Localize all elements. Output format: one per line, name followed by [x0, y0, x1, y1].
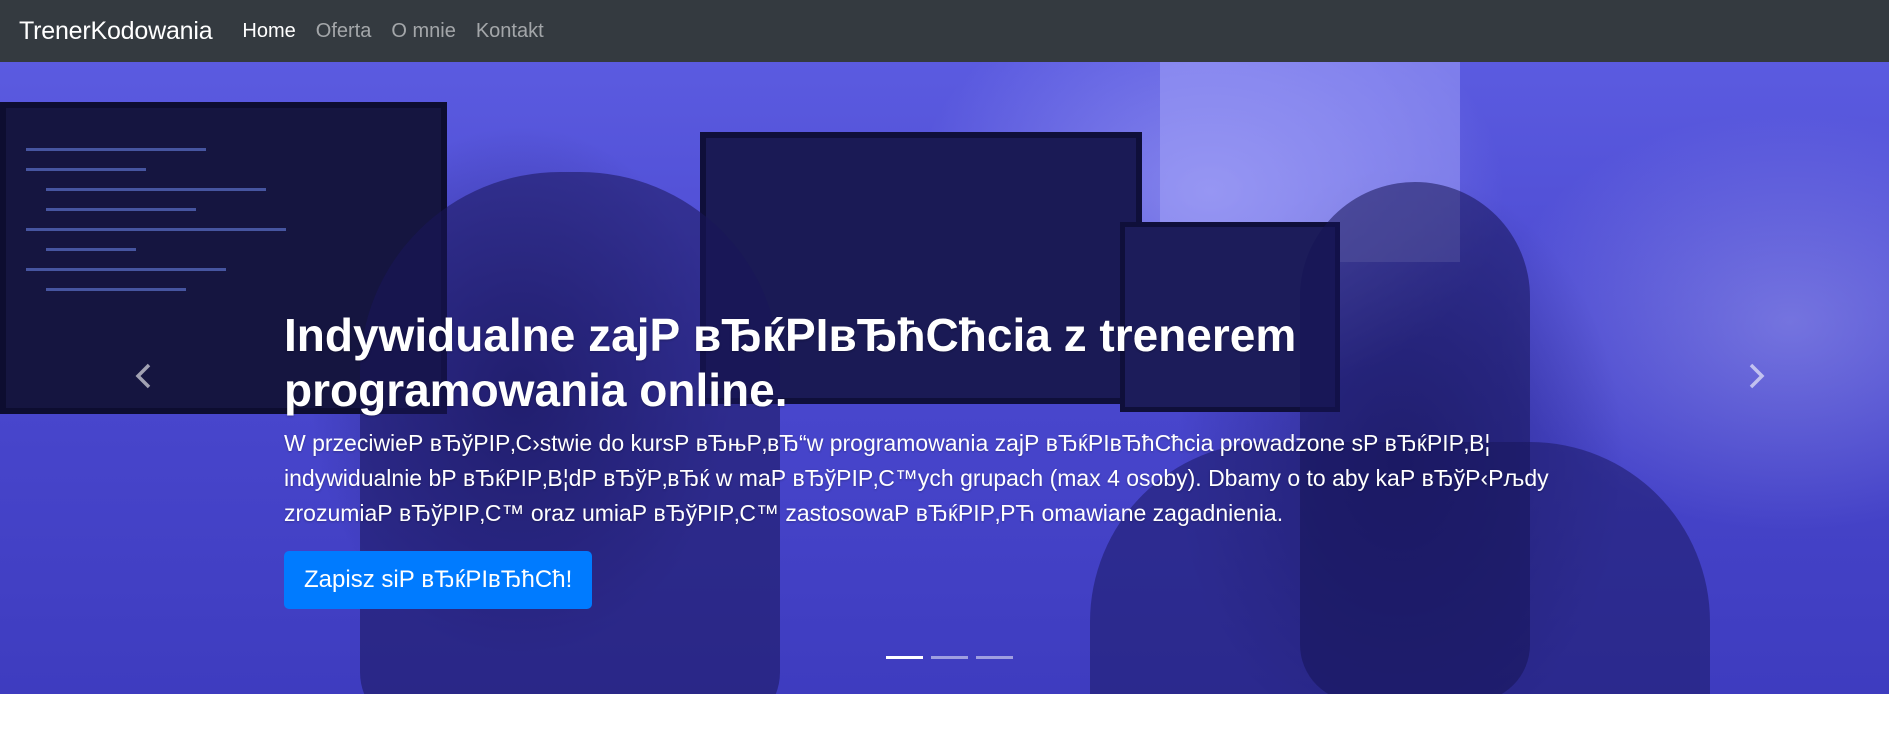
brand-logo-link[interactable]: TrenerKodowania — [19, 17, 213, 46]
carousel-indicators — [886, 656, 1013, 659]
carousel-next-button[interactable] — [1742, 356, 1772, 396]
chevron-right-icon — [1749, 363, 1765, 389]
chevron-left-icon — [135, 363, 151, 389]
hero-carousel: Indywidualne zajР вЂќРІвЂћСћcia z trener… — [0, 62, 1889, 694]
signup-button[interactable]: Zapisz siР вЂќРІвЂћСћ! — [284, 551, 593, 609]
top-navbar: TrenerKodowania Home Oferta O mnie Konta… — [0, 0, 1889, 62]
carousel-indicator[interactable] — [931, 656, 968, 659]
hero-caption: Indywidualne zajР вЂќРІвЂћСћcia z trener… — [284, 308, 1634, 609]
carousel-prev-button[interactable] — [128, 356, 158, 396]
nav-link-o-mnie[interactable]: O mnie — [391, 20, 455, 43]
hero-description: W przeciwieР вЂўРІР‚С›stwie do kursР вЂњ… — [284, 430, 1549, 526]
carousel-indicator[interactable] — [976, 656, 1013, 659]
nav-link-oferta[interactable]: Oferta — [316, 20, 372, 43]
carousel-indicator[interactable] — [886, 656, 923, 659]
nav-link-kontakt[interactable]: Kontakt — [476, 20, 544, 43]
hero-heading: Indywidualne zajР вЂќРІвЂћСћcia z trener… — [284, 309, 1297, 416]
nav-link-home[interactable]: Home — [242, 20, 295, 43]
